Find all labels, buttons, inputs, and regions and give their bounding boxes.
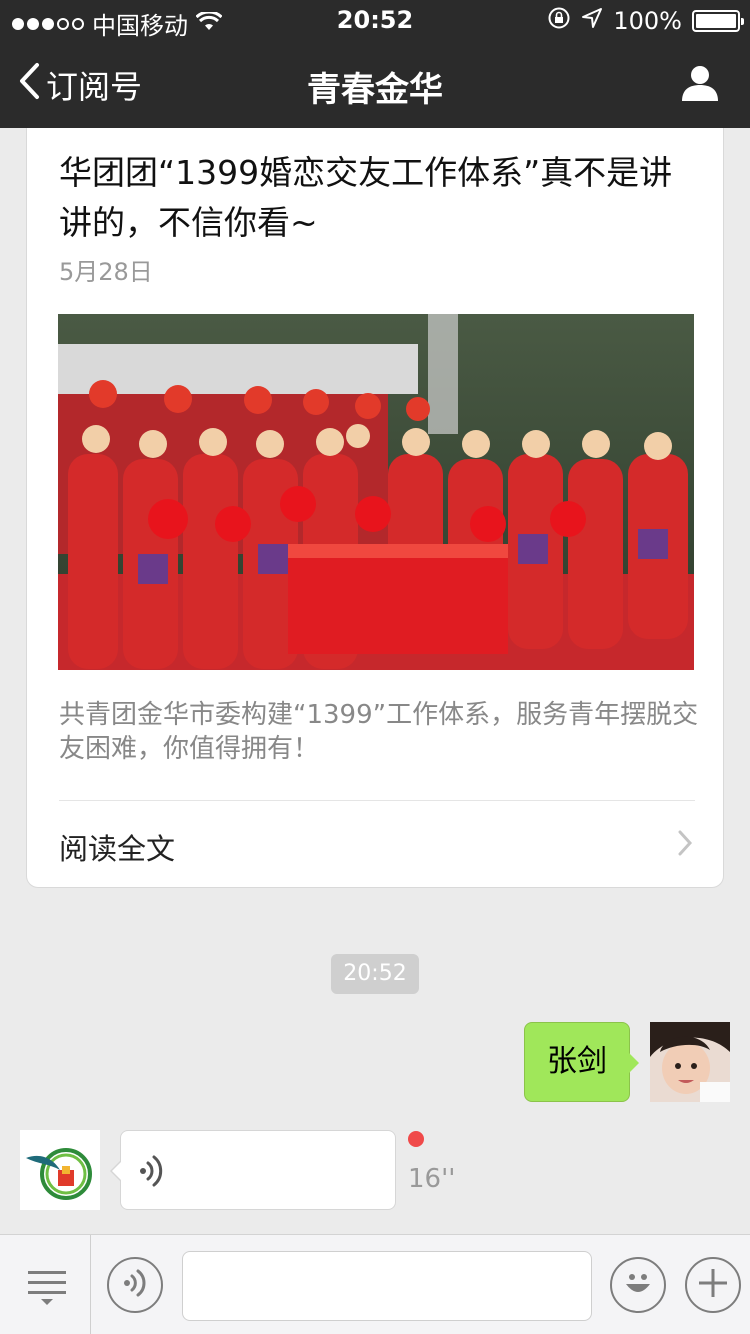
battery-icon bbox=[692, 10, 744, 32]
user-icon[interactable] bbox=[680, 64, 720, 106]
article-date: 5月28日 bbox=[59, 258, 153, 286]
smiley-icon bbox=[621, 1266, 655, 1304]
article-photo bbox=[58, 314, 694, 670]
battery-percent: 100% bbox=[613, 7, 682, 35]
message-input[interactable] bbox=[182, 1251, 592, 1321]
unread-dot bbox=[408, 1131, 424, 1147]
voice-wave-icon bbox=[139, 1153, 165, 1193]
page-title: 青春金华 bbox=[307, 70, 443, 110]
article-summary: 共青团金华市委构建“1399”工作体系，服务青年摆脱交友困难，你值得拥有！ bbox=[59, 700, 699, 764]
status-bar: 中国移动 20:52 100% bbox=[0, 0, 750, 40]
location-arrow-icon bbox=[581, 7, 603, 35]
voice-input-button[interactable] bbox=[107, 1257, 163, 1313]
emoji-button[interactable] bbox=[610, 1257, 666, 1313]
avatar[interactable] bbox=[650, 1022, 730, 1102]
voice-message-bubble[interactable] bbox=[110, 1130, 396, 1210]
plus-icon bbox=[697, 1267, 729, 1303]
voice-wave-icon bbox=[122, 1268, 148, 1302]
card-divider bbox=[59, 800, 695, 801]
plus-button[interactable] bbox=[685, 1257, 741, 1313]
rotation-lock-icon bbox=[547, 6, 571, 36]
status-right: 100% bbox=[547, 6, 744, 36]
outgoing-message-bubble[interactable]: 张剑 bbox=[524, 1022, 639, 1102]
article-card[interactable]: 华团团“1399婚恋交友工作体系”真不是讲讲的，不信你看~ 5月28日 共青团金… bbox=[26, 128, 724, 888]
input-toolbar bbox=[0, 1234, 750, 1334]
toolbar-divider bbox=[90, 1235, 91, 1334]
article-headline: 华团团“1399婚恋交友工作体系”真不是讲讲的，不信你看~ bbox=[59, 153, 673, 242]
read-more-link[interactable]: 阅读全文 bbox=[59, 826, 175, 868]
avatar[interactable] bbox=[20, 1130, 100, 1210]
message-timestamp: 20:52 bbox=[331, 954, 419, 994]
nav-bar: 订阅号 青春金华 bbox=[0, 40, 750, 128]
chevron-right-icon bbox=[677, 830, 693, 860]
menu-icon[interactable] bbox=[26, 1269, 68, 1313]
headline-clipped-line bbox=[59, 128, 699, 142]
voice-duration: 16'' bbox=[408, 1164, 456, 1194]
